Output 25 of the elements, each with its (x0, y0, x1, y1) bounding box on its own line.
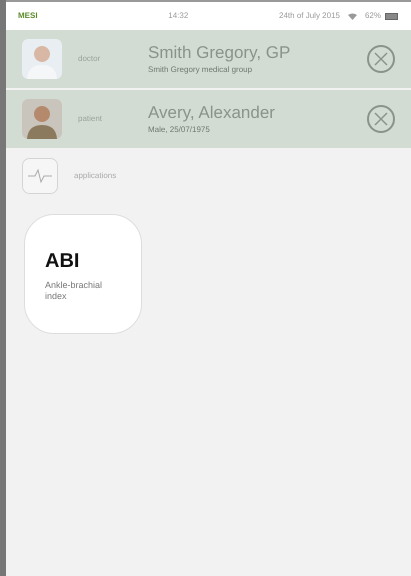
app-subtitle: Ankle-brachial index (45, 280, 104, 302)
role-label: doctor (77, 53, 102, 65)
battery-level: 62% (364, 10, 381, 22)
close-icon (374, 112, 388, 126)
avatar-icon (22, 39, 62, 79)
date-text: 24th of July 2015 (279, 10, 340, 22)
close-button[interactable] (367, 105, 395, 133)
avatar-icon (22, 99, 62, 139)
carrier-label: MESI (18, 10, 38, 22)
close-button[interactable] (367, 45, 395, 73)
person-detail: Smith Gregory medical group (148, 64, 254, 76)
battery-icon (384, 12, 399, 20)
pulse-icon (22, 158, 58, 194)
wifi-icon (348, 12, 357, 20)
session-row[interactable]: patient Avery, Alexander Male, 25/07/1975 (6, 90, 411, 148)
person-name: Avery, Alexander (148, 102, 275, 124)
session-row[interactable]: doctor Smith Gregory, GP Smith Gregory medical group (6, 30, 411, 88)
section-label: applications (74, 170, 116, 182)
person-name: Smith Gregory, GP (148, 42, 290, 64)
app-tile[interactable]: ABI Ankle-brachial index (24, 214, 142, 334)
app-title: ABI (45, 248, 80, 274)
close-icon (374, 52, 388, 66)
clock-time: 14:32 (167, 10, 188, 22)
person-detail: Male, 25/07/1975 (148, 124, 211, 136)
role-label: patient (77, 113, 104, 125)
